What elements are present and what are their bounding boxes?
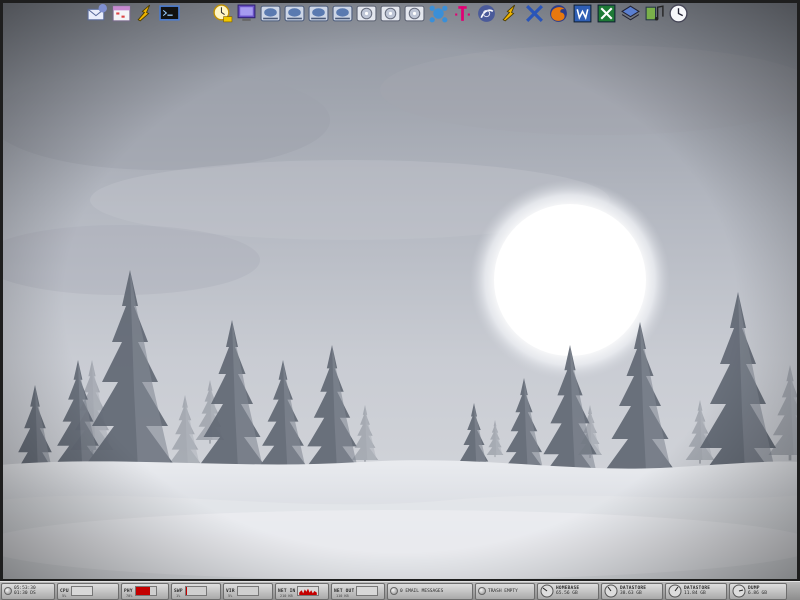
trash-icon — [478, 587, 486, 595]
net-out-value: 110 KB — [336, 593, 349, 598]
swp-panel: SWP 1% — [171, 582, 221, 600]
swp-meter — [184, 586, 207, 596]
drive-3-icon[interactable] — [307, 2, 330, 24]
mail-icon[interactable] — [86, 2, 109, 24]
trash-panel[interactable]: TRASH EMPTY — [475, 582, 535, 600]
clock-panel: 05:53:30 01:30 DS — [1, 582, 55, 600]
clock-icon[interactable] — [211, 2, 234, 24]
net-out-panel: NET OUT 110 KB — [331, 582, 385, 600]
net-in-graph — [297, 586, 320, 596]
browser-icon[interactable] — [475, 2, 498, 24]
music-icon[interactable] — [643, 2, 666, 24]
drive-size: 38.63 GB — [620, 591, 642, 596]
gauge-icon — [540, 584, 554, 598]
tmobile-icon[interactable] — [451, 2, 474, 24]
winter-landscape — [0, 0, 800, 600]
net-in-panel: NET IN 210 KB — [275, 582, 329, 600]
gauge-icon — [604, 584, 618, 598]
drive-size: 65.56 GB — [556, 591, 578, 596]
drive-panel-datastore-2[interactable]: DATASTORE 11.84 GB — [665, 582, 727, 600]
cpu-panel: CPU 5% — [57, 582, 119, 600]
firefox-icon[interactable] — [547, 2, 570, 24]
network-icon[interactable] — [427, 2, 450, 24]
drive-1-icon[interactable] — [259, 2, 282, 24]
email-text: 0 EMAIL MESSAGES — [400, 588, 444, 594]
terminal-icon[interactable] — [158, 2, 181, 24]
winamp-icon[interactable] — [134, 2, 157, 24]
x-icon[interactable] — [523, 2, 546, 24]
monitor-icon[interactable] — [235, 2, 258, 24]
vir-value: 5% — [228, 593, 233, 598]
phy-value: 70% — [126, 593, 133, 598]
trash-text: TRASH EMPTY — [488, 588, 518, 594]
swp-value: 1% — [176, 593, 181, 598]
drive-panel-homebase[interactable]: HOMEBASE 65.56 GB — [537, 582, 599, 600]
drive-size: 6.86 GB — [748, 591, 767, 596]
winamp-2-icon[interactable] — [499, 2, 522, 24]
cpu-value: 5% — [62, 593, 67, 598]
excel-icon[interactable] — [595, 2, 618, 24]
gauge-icon — [668, 584, 682, 598]
net-out-graph — [356, 586, 379, 596]
phy-meter-fill — [135, 587, 150, 595]
top-dock — [86, 0, 690, 26]
drive-panel-dump[interactable]: DUMP 6.86 GB — [729, 582, 787, 600]
clock-date: 01:30 DS — [14, 591, 36, 596]
vir-meter — [236, 586, 259, 596]
vir-panel: VIR 5% — [223, 582, 273, 600]
phy-meter — [134, 586, 157, 596]
net-in-value: 210 KB — [280, 593, 293, 598]
drive-panel-datastore-1[interactable]: DATASTORE 38.63 GB — [601, 582, 663, 600]
cd-1-icon[interactable] — [355, 2, 378, 24]
drive-2-icon[interactable] — [283, 2, 306, 24]
calendar-icon[interactable] — [110, 2, 133, 24]
cpu-graph — [70, 586, 93, 596]
gauge-icon — [732, 584, 746, 598]
email-status-icon — [390, 587, 398, 595]
power-icon[interactable] — [4, 587, 12, 595]
drive-size: 11.84 GB — [684, 591, 706, 596]
cd-3-icon[interactable] — [403, 2, 426, 24]
word-icon[interactable] — [571, 2, 594, 24]
email-panel[interactable]: 0 EMAIL MESSAGES — [387, 582, 473, 600]
status-bar: 05:53:30 01:30 DS CPU 5% PHY 70% SWP 1% … — [0, 581, 800, 600]
layers-icon[interactable] — [619, 2, 642, 24]
system-clock-icon[interactable] — [667, 2, 690, 24]
drive-4-icon[interactable] — [331, 2, 354, 24]
phy-panel: PHY 70% — [121, 582, 169, 600]
desktop-wallpaper — [0, 0, 800, 600]
cd-2-icon[interactable] — [379, 2, 402, 24]
swp-meter-fill — [185, 587, 187, 595]
